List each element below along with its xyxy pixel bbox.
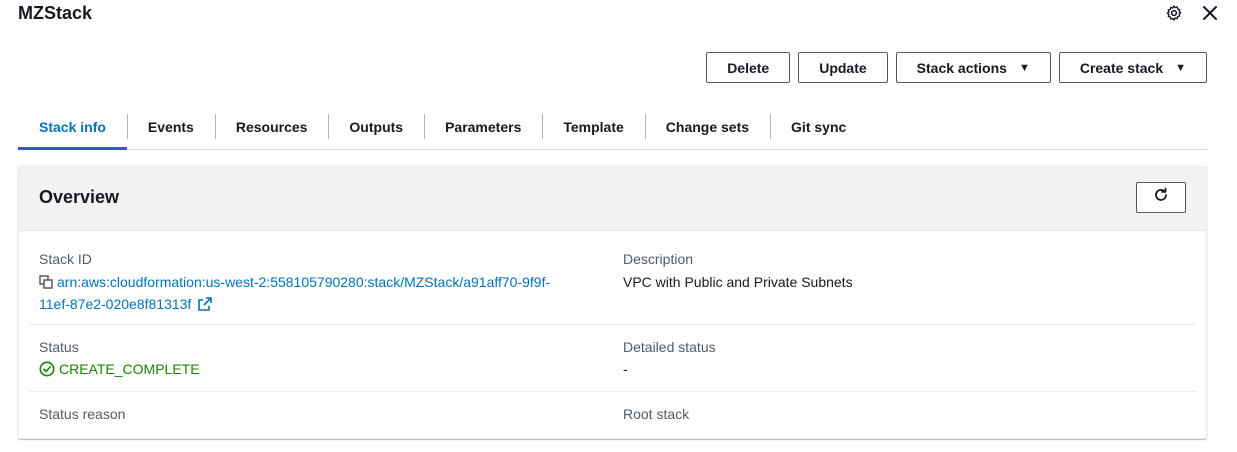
create-stack-label: Create stack bbox=[1079, 59, 1164, 76]
delete-button[interactable]: Delete bbox=[706, 52, 791, 83]
status-reason-label: Status reason bbox=[39, 406, 126, 422]
settings-gear-icon[interactable] bbox=[1165, 4, 1183, 22]
status-field: Status CREATE_COMPLETE bbox=[39, 339, 200, 379]
detailed-status-field: Detailed status - bbox=[623, 339, 716, 379]
overview-row-1: Stack ID arn:aws:cloudformation:us-west-… bbox=[29, 231, 1196, 325]
description-value: VPC with Public and Private Subnets bbox=[623, 274, 853, 290]
detailed-status-label: Detailed status bbox=[623, 339, 716, 355]
tab-template[interactable]: Template bbox=[542, 104, 644, 149]
copy-icon[interactable] bbox=[39, 274, 53, 294]
stack-id-value: arn:aws:cloudformation:us-west-2:5581057… bbox=[39, 272, 599, 316]
tab-git-sync[interactable]: Git sync bbox=[770, 104, 867, 149]
stack-id-link-continued[interactable]: 11ef-87e2-020e8f81313f bbox=[39, 296, 191, 312]
tab-events[interactable]: Events bbox=[126, 104, 215, 149]
delete-label: Delete bbox=[727, 59, 770, 76]
tab-stack-info[interactable]: Stack info bbox=[18, 104, 127, 150]
status-value: CREATE_COMPLETE bbox=[39, 359, 200, 379]
tab-outputs[interactable]: Outputs bbox=[328, 104, 424, 149]
top-icons bbox=[1165, 4, 1219, 22]
overview-title: Overview bbox=[39, 187, 120, 207]
close-icon[interactable] bbox=[1201, 4, 1219, 22]
overview-panel: Overview Stack ID arn:aws:cloudformation… bbox=[18, 166, 1207, 439]
status-text: CREATE_COMPLETE bbox=[59, 361, 200, 377]
caret-down-icon: ▼ bbox=[1175, 61, 1186, 74]
stack-id-field: Stack ID arn:aws:cloudformation:us-west-… bbox=[39, 251, 599, 316]
status-reason-field: Status reason bbox=[39, 406, 125, 422]
root-stack-label: Root stack bbox=[623, 406, 690, 422]
detailed-status-value: - bbox=[623, 361, 628, 377]
tab-parameters[interactable]: Parameters bbox=[424, 104, 542, 149]
stack-title: MZStack bbox=[18, 3, 93, 23]
stack-actions-label: Stack actions bbox=[916, 59, 1007, 76]
stack-actions-button[interactable]: Stack actions ▼ bbox=[895, 52, 1051, 83]
description-field: Description VPC with Public and Private … bbox=[623, 251, 1183, 292]
update-label: Update bbox=[819, 59, 867, 76]
tab-resources[interactable]: Resources bbox=[214, 104, 329, 149]
tab-change-sets[interactable]: Change sets bbox=[644, 104, 770, 149]
stack-tabs: Stack info Events Resources Outputs Para… bbox=[18, 104, 1207, 150]
status-check-icon bbox=[39, 361, 55, 377]
overview-row-3: Status reason Root stack bbox=[29, 392, 1196, 452]
stack-id-link[interactable]: arn:aws:cloudformation:us-west-2:5581057… bbox=[57, 274, 550, 290]
refresh-icon bbox=[1153, 187, 1169, 208]
external-link-icon[interactable] bbox=[198, 296, 213, 316]
overview-header: Overview bbox=[19, 167, 1206, 231]
stack-id-label: Stack ID bbox=[39, 251, 92, 267]
overview-row-2: Status CREATE_COMPLETE Detailed status - bbox=[29, 325, 1196, 392]
status-label: Status bbox=[39, 339, 79, 355]
refresh-button[interactable] bbox=[1136, 182, 1186, 213]
root-stack-field: Root stack bbox=[623, 406, 689, 422]
caret-down-icon: ▼ bbox=[1018, 61, 1030, 74]
description-label: Description bbox=[623, 251, 694, 267]
create-stack-button[interactable]: Create stack ▼ bbox=[1058, 52, 1207, 83]
stack-actions-toolbar: Delete Update Stack actions ▼ Create stac… bbox=[706, 52, 1207, 83]
update-button[interactable]: Update bbox=[798, 52, 888, 83]
